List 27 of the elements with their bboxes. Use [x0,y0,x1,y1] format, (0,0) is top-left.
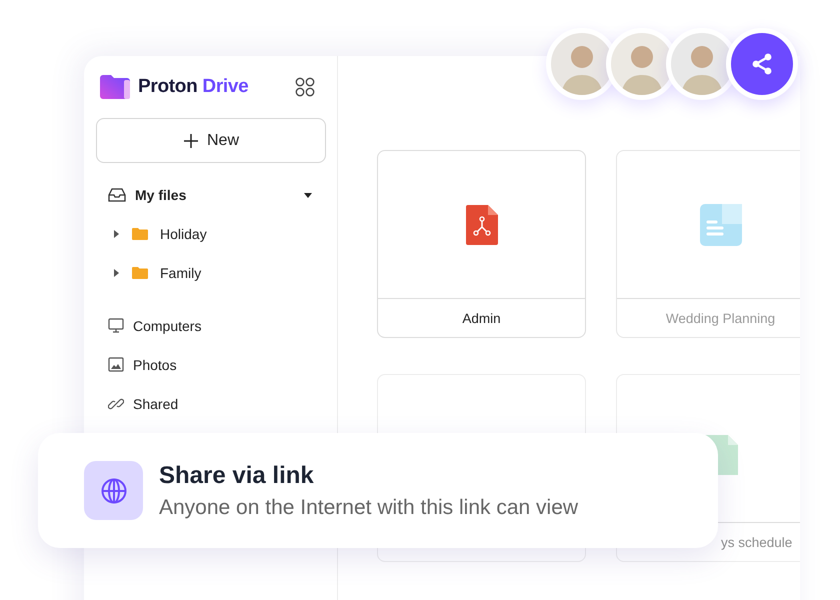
brand-name: Proton Drive [138,76,248,98]
inbox-icon [108,186,126,202]
nav-item[interactable]: Shared [96,384,325,423]
folder-item[interactable]: Holiday [96,214,325,253]
toast-message: Anyone on the Internet with this link can view [159,496,578,520]
image-icon [108,357,124,372]
pdf-file-icon [466,204,498,244]
file-name: Wedding Planning [664,310,776,328]
plus-icon [182,132,199,148]
my-files-item[interactable]: My files [96,175,325,214]
apps-grid-icon[interactable] [295,77,315,97]
folder-item[interactable]: Family [96,253,325,292]
folder-icon [132,266,148,279]
nav-item[interactable]: Photos [96,345,325,384]
file-name: ys schedule [720,534,794,552]
file-name: Admin [461,310,502,328]
new-button[interactable]: New [96,118,326,163]
document-file-icon [700,204,742,246]
globe-icon [84,461,143,520]
folder-icon [132,227,148,240]
folder-logo-icon [100,75,130,99]
expand-arrow-icon[interactable] [112,228,120,238]
file-card[interactable]: Admin [377,150,586,338]
expand-arrow-icon[interactable] [112,268,120,278]
monitor-icon [108,318,124,333]
nav-item[interactable]: Computers [96,306,325,345]
toast-title: Share via link [159,462,315,490]
